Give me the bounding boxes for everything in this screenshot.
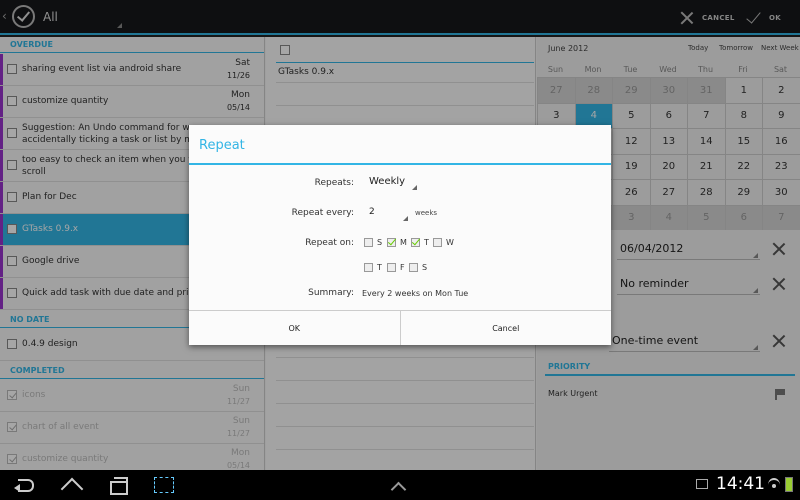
day-checkbox-thu[interactable]: T <box>364 263 382 272</box>
dialog-ok-button[interactable]: OK <box>189 311 400 345</box>
dropdown-arrow-icon <box>412 185 417 190</box>
repeat-every-label: Repeat every: <box>291 208 354 218</box>
summary-label: Summary: <box>308 288 354 298</box>
screenshot-icon[interactable] <box>154 477 174 493</box>
dialog-title-divider <box>189 163 611 165</box>
day-checkbox-wed[interactable]: W <box>433 238 454 247</box>
repeats-label: Repeats: <box>314 178 354 188</box>
back-icon[interactable] <box>14 477 36 492</box>
day-checkbox-sat[interactable]: S <box>409 263 427 272</box>
checkbox <box>411 238 420 247</box>
repeat-every-spinner[interactable]: 2 <box>369 207 375 217</box>
checkbox <box>387 263 396 272</box>
dialog-cancel-button[interactable]: Cancel <box>399 311 612 345</box>
battery-icon <box>785 477 793 492</box>
dialog-button-bar: OK Cancel <box>189 310 611 345</box>
status-clock[interactable]: 14:41 <box>716 474 765 494</box>
recent-apps-icon[interactable] <box>106 477 128 495</box>
repeat-on-label: Repeat on: <box>305 238 354 248</box>
checkbox <box>409 263 418 272</box>
checkbox <box>433 238 442 247</box>
day-checkbox-mon[interactable]: M <box>387 238 407 247</box>
system-navigation-bar: 14:41 <box>0 470 800 500</box>
dialog-title: Repeat <box>199 138 245 153</box>
summary-value: Every 2 weeks on Mon Tue <box>362 289 469 298</box>
repeats-spinner[interactable]: Weekly <box>369 176 405 187</box>
day-checkbox-sun[interactable]: S <box>364 238 382 247</box>
home-icon[interactable] <box>60 477 82 493</box>
repeat-units-label: weeks <box>415 209 438 217</box>
image-notification-icon[interactable] <box>696 479 708 489</box>
checkbox <box>387 238 396 247</box>
wifi-icon <box>768 478 780 490</box>
checkbox <box>364 263 373 272</box>
repeat-dialog: Repeat Repeats: Weekly Repeat every: 2 w… <box>189 125 611 345</box>
checkbox <box>364 238 373 247</box>
dropdown-arrow-icon <box>403 216 408 221</box>
chevron-up-icon[interactable] <box>390 481 406 491</box>
day-checkbox-fri[interactable]: F <box>387 263 405 272</box>
day-checkbox-tue[interactable]: T <box>411 238 429 247</box>
